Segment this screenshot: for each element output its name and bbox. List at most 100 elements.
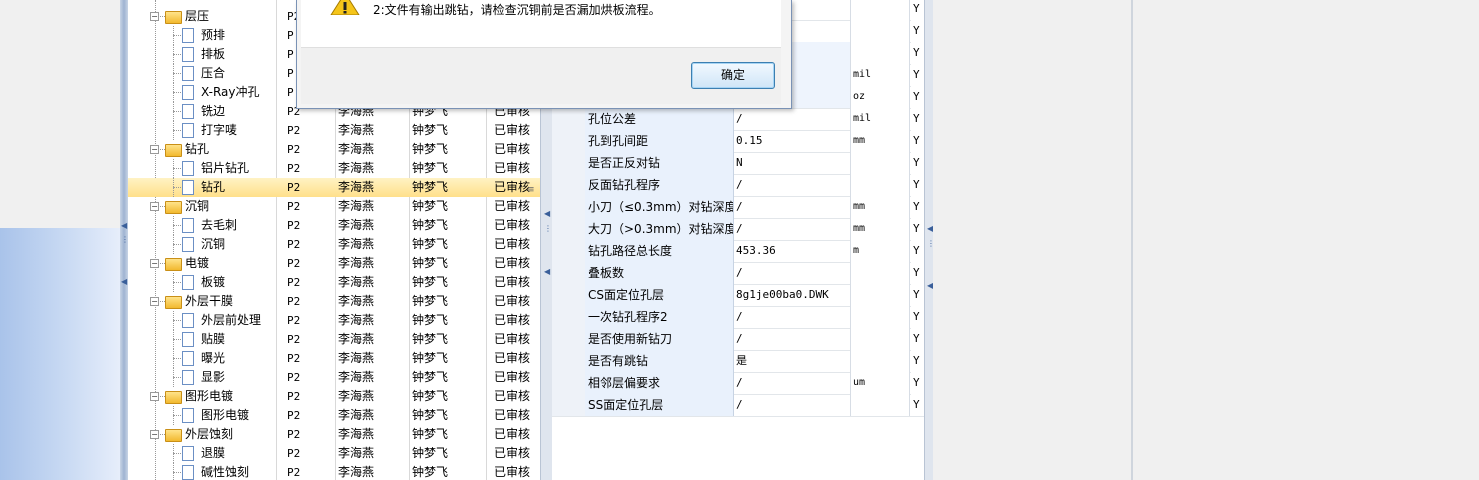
parameter-value[interactable]: /	[734, 394, 851, 416]
tree-row[interactable]: 显影 P2 李海燕 钟梦飞 已审核	[128, 368, 540, 387]
parameter-row[interactable]: 是否使用新钻刀 / Y	[552, 328, 924, 351]
parameter-row[interactable]: 反面钻孔程序 / Y	[552, 174, 924, 197]
parameter-row[interactable]: 大刀（>0.3mm）对钻深度 / mm Y	[552, 218, 924, 241]
version-cell: P2	[287, 466, 301, 479]
collapse-toggle-icon[interactable]: −	[150, 202, 159, 211]
parameter-value[interactable]: /	[734, 262, 851, 284]
folder-icon	[165, 144, 182, 157]
parameter-value[interactable]: 8g1je00ba0.DWK	[734, 284, 851, 306]
collapse-toggle-icon[interactable]: −	[150, 12, 159, 21]
version-cell: P2	[287, 219, 301, 232]
row-gutter	[552, 350, 586, 372]
dialog-footer: 确定	[301, 47, 781, 104]
document-icon	[182, 180, 194, 195]
step-name: X-Ray冲孔	[201, 85, 260, 99]
tree-row[interactable]: 碱性蚀刻 P2 李海燕 钟梦飞 已审核	[128, 463, 540, 480]
tree-row[interactable]: 曝光 P2 李海燕 钟梦飞 已审核	[128, 349, 540, 368]
tree-group-row[interactable]: − 钻孔 P2 李海燕 钟梦飞 已审核	[128, 140, 540, 159]
reviewer-cell: 钟梦飞	[412, 427, 449, 441]
tree-row[interactable]: 板镀 P2 李海燕 钟梦飞 已审核	[128, 273, 540, 292]
parameter-value[interactable]: /	[734, 306, 851, 328]
maker-cell: 李海燕	[338, 389, 375, 403]
ok-button[interactable]: 确定	[691, 62, 775, 89]
step-name: 钻孔	[185, 142, 210, 156]
tree-group-row[interactable]: − 沉铜 P2 李海燕 钟梦飞 已审核	[128, 197, 540, 216]
tree-connector	[173, 54, 181, 56]
collapse-arrow-icon[interactable]: ◀	[121, 222, 127, 230]
parameter-value[interactable]: N	[734, 152, 851, 174]
parameter-row[interactable]: 一次钻孔程序2/ Y	[552, 306, 924, 329]
collapse-arrow-icon[interactable]: ◀	[121, 278, 127, 286]
step-name: 打字唛	[201, 123, 238, 137]
tree-connector	[173, 320, 181, 322]
status-cell: 已审核	[494, 237, 531, 251]
parameter-row[interactable]: 是否有跳钻是 Y	[552, 350, 924, 373]
parameter-name: 一次钻孔程序2	[585, 306, 734, 328]
document-icon	[182, 408, 194, 423]
tree-row[interactable]: 图形电镀 P2 李海燕 钟梦飞 已审核	[128, 406, 540, 425]
tree-group-row[interactable]: − 图形电镀 P2 李海燕 钟梦飞 已审核	[128, 387, 540, 406]
tree-row[interactable]: 打字唛 P2 李海燕 钟梦飞 已审核	[128, 121, 540, 140]
collapse-arrow-icon[interactable]: ◀	[544, 210, 550, 218]
reviewer-cell: 钟梦飞	[412, 389, 449, 403]
parameter-unit	[851, 394, 910, 416]
parameter-value[interactable]: 0.15	[734, 130, 851, 152]
row-gutter	[552, 196, 586, 218]
collapse-arrow-icon[interactable]: ◀	[927, 225, 933, 233]
warning-icon	[330, 0, 360, 15]
tree-row[interactable]: 去毛刺 P2 李海燕 钟梦飞 已审核	[128, 216, 540, 235]
parameter-row[interactable]: CS面定位孔层 8g1je00ba0.DWK Y	[552, 284, 924, 307]
tree-connector	[173, 377, 181, 379]
row-gutter	[552, 218, 586, 240]
collapse-toggle-icon[interactable]: −	[150, 259, 159, 268]
parameter-flag: Y	[911, 262, 924, 284]
parameter-value[interactable]: /	[734, 218, 851, 240]
parameter-row[interactable]: SS面定位孔层 / Y	[552, 394, 924, 417]
parameter-value[interactable]: /	[734, 174, 851, 196]
status-cell: 已审核	[494, 370, 531, 384]
parameter-flag: Y	[911, 64, 924, 86]
collapse-arrow-icon[interactable]: ◀	[544, 268, 550, 276]
parameter-row[interactable]: 钻孔路径总长度 453.36 m Y	[552, 240, 924, 263]
parameter-value[interactable]: 是	[734, 350, 851, 372]
parameter-row[interactable]: 是否正反对钻 N Y	[552, 152, 924, 175]
collapse-arrow-icon[interactable]: ◀	[927, 282, 933, 290]
parameter-row[interactable]: 孔到孔间距 0.15 mm Y	[552, 130, 924, 153]
parameter-row[interactable]: 孔位公差 / mil Y	[552, 108, 924, 131]
tree-group-row[interactable]: − 电镀 P2 李海燕 钟梦飞 已审核	[128, 254, 540, 273]
grip-dots-icon: ⋮	[927, 239, 935, 248]
tree-row[interactable]: 退膜 P2 李海燕 钟梦飞 已审核	[128, 444, 540, 463]
tree-row[interactable]: 贴膜 P2 李海燕 钟梦飞 已审核	[128, 330, 540, 349]
parameter-value[interactable]: /	[734, 328, 851, 350]
step-name: 去毛刺	[201, 218, 238, 232]
step-name: 沉铜	[201, 237, 226, 251]
maker-cell: 李海燕	[338, 465, 375, 479]
parameter-name: 孔到孔间距	[585, 130, 734, 152]
parameter-row[interactable]: 叠板数 / Y	[552, 262, 924, 285]
maker-cell: 李海燕	[338, 237, 375, 251]
grip-dots-icon: ⋮	[544, 224, 552, 233]
tree-row[interactable]: 铝片钻孔 P2 李海燕 钟梦飞 已审核	[128, 159, 540, 178]
reviewer-cell: 钟梦飞	[412, 237, 449, 251]
parameter-row[interactable]: 小刀（≤0.3mm）对钻深度 / mm Y	[552, 196, 924, 219]
tree-row[interactable]: 钻孔 P2 李海燕 钟梦飞 已审核	[128, 178, 540, 197]
parameter-value[interactable]: /	[734, 372, 851, 394]
collapse-toggle-icon[interactable]: −	[150, 392, 159, 401]
parameter-value[interactable]: /	[734, 108, 851, 130]
tree-row[interactable]: 外层前处理 P2 李海燕 钟梦飞 已审核	[128, 311, 540, 330]
parameter-name: 是否正反对钻	[585, 152, 734, 174]
tree-group-row[interactable]: − 外层蚀刻 P2 李海燕 钟梦飞 已审核	[128, 425, 540, 444]
parameter-flag: Y	[911, 328, 924, 350]
collapse-toggle-icon[interactable]: −	[150, 145, 159, 154]
parameter-value[interactable]: 453.36	[734, 240, 851, 262]
parameter-row[interactable]: 相邻层偏要求 / um Y	[552, 372, 924, 395]
tree-group-row[interactable]: − 外层干膜 P2 李海燕 钟梦飞 已审核	[128, 292, 540, 311]
parameter-flag: Y	[911, 240, 924, 262]
parameter-value[interactable]: /	[734, 196, 851, 218]
scrollbar-grip-icon[interactable]: ≡	[527, 185, 537, 203]
tree-row[interactable]: 沉铜 P2 李海燕 钟梦飞 已审核	[128, 235, 540, 254]
collapse-toggle-icon[interactable]: −	[150, 297, 159, 306]
collapse-toggle-icon[interactable]: −	[150, 430, 159, 439]
row-gutter	[552, 152, 586, 174]
panel-splitter-left[interactable]: ◀ ⋮ ◀	[120, 0, 129, 480]
